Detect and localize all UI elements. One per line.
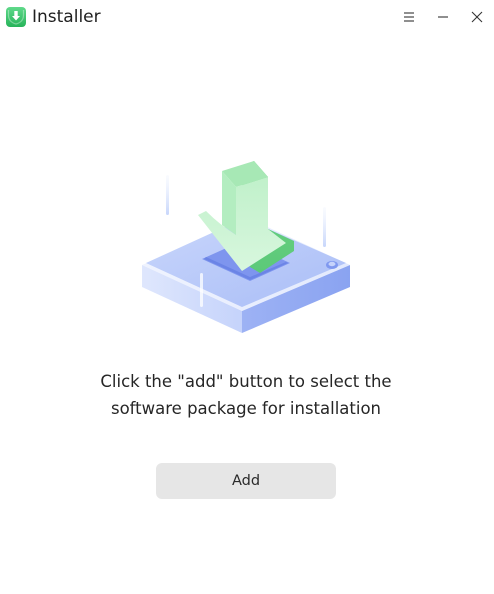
instruction-line-1: Click the "add" button to select the <box>100 372 392 391</box>
hamburger-menu-icon <box>404 12 414 22</box>
menu-button[interactable] <box>397 5 421 29</box>
minimize-icon <box>438 16 448 18</box>
window-title: Installer <box>32 7 101 27</box>
installer-download-icon <box>6 7 26 27</box>
package-install-illustration <box>132 155 362 345</box>
title-bar: Installer <box>0 0 494 34</box>
add-button[interactable]: Add <box>156 463 336 499</box>
instruction-line-2: software package for installation <box>110 399 382 418</box>
close-button[interactable] <box>465 5 489 29</box>
minimize-button[interactable] <box>431 5 455 29</box>
instruction-message: Click the "add" button to select the sof… <box>60 368 432 422</box>
installer-window: Installer Click the "add" button to sele… <box>0 0 494 594</box>
close-icon <box>471 11 483 23</box>
